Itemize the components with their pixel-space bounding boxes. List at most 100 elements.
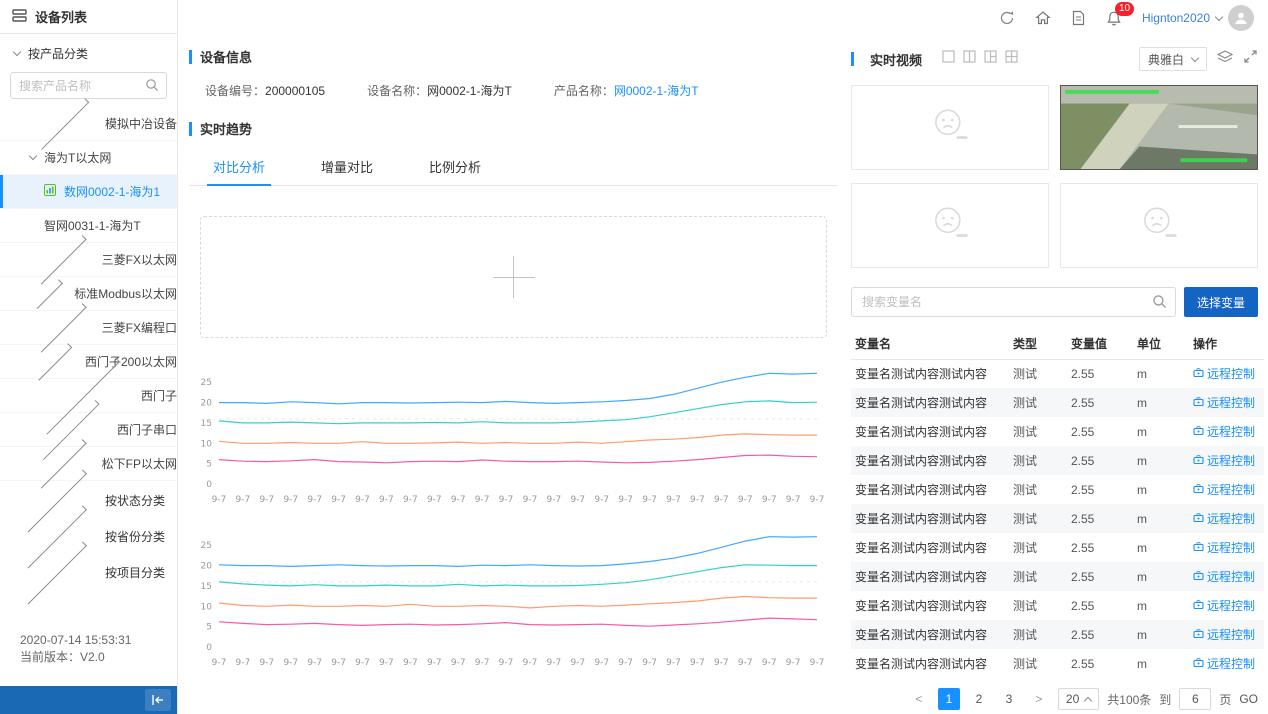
layout-three-icon[interactable] bbox=[984, 50, 997, 68]
sidebar-section-by-product[interactable]: 按产品分类 bbox=[0, 34, 177, 70]
user-menu[interactable]: Hignton2020 bbox=[1142, 5, 1254, 31]
sidebar-section[interactable]: 按省份分类 bbox=[0, 517, 177, 553]
jump-page-input[interactable] bbox=[1179, 688, 1211, 710]
app: 设备列表 按产品分类 模拟中冶设备海为T以太网数网0002-1-海为1智网003… bbox=[0, 0, 1268, 714]
tree-item[interactable]: 标准Modbus以太网 bbox=[0, 277, 177, 311]
remote-control-link[interactable]: 远程控制 bbox=[1193, 568, 1255, 585]
cell-value: 2.55 bbox=[1067, 533, 1133, 562]
home-icon[interactable] bbox=[1035, 10, 1051, 26]
avatar[interactable] bbox=[1228, 5, 1254, 31]
page-number-button[interactable]: 3 bbox=[998, 688, 1020, 710]
select-variables-button[interactable]: 选择变量 bbox=[1184, 287, 1258, 317]
page-size-select[interactable]: 20 bbox=[1058, 688, 1099, 710]
section-accent-bar bbox=[189, 122, 192, 136]
prev-page-button[interactable]: < bbox=[908, 688, 930, 710]
remote-control-link[interactable]: 远程控制 bbox=[1193, 423, 1255, 440]
remote-control-link[interactable]: 远程控制 bbox=[1193, 510, 1255, 527]
svg-text:15: 15 bbox=[201, 582, 212, 592]
line-chart: 05101520259-79-79-79-79-79-79-79-79-79-7… bbox=[189, 360, 825, 510]
layout-two-icon[interactable] bbox=[963, 50, 976, 68]
field-value[interactable]: 网0002-1-海为T bbox=[614, 84, 699, 98]
cell-value: 2.55 bbox=[1067, 649, 1133, 678]
svg-text:9-7: 9-7 bbox=[523, 495, 538, 505]
search-icon[interactable] bbox=[1152, 294, 1167, 314]
video-frame[interactable] bbox=[1060, 85, 1258, 170]
cell-type: 测试 bbox=[1009, 388, 1067, 417]
collapse-sidebar-button[interactable] bbox=[145, 689, 171, 711]
remote-control-link[interactable]: 远程控制 bbox=[1193, 597, 1255, 614]
tab-inactive[interactable]: 增量对比 bbox=[309, 148, 385, 185]
layout-single-icon[interactable] bbox=[942, 50, 955, 68]
sidebar-section[interactable]: 按项目分类 bbox=[0, 553, 177, 589]
tree-item[interactable]: 模拟中冶设备 bbox=[0, 107, 177, 141]
page-number-button[interactable]: 2 bbox=[968, 688, 990, 710]
layout-four-icon[interactable] bbox=[1005, 50, 1018, 68]
remote-control-icon bbox=[1193, 483, 1204, 497]
variables-table-header: 变量名类型变量值单位操作 bbox=[851, 329, 1264, 359]
chart-series-series-2 bbox=[219, 401, 817, 424]
svg-text:9-7: 9-7 bbox=[475, 658, 490, 668]
video-placeholder[interactable] bbox=[1060, 183, 1258, 268]
no-video-icon bbox=[930, 205, 970, 246]
table-row: 变量名测试内容测试内容测试2.55m远程控制 bbox=[851, 649, 1264, 678]
remote-control-link[interactable]: 远程控制 bbox=[1193, 481, 1255, 498]
cell-type: 测试 bbox=[1009, 446, 1067, 475]
chevron-down-icon bbox=[1215, 12, 1223, 20]
search-icon[interactable] bbox=[145, 78, 159, 97]
tree-item[interactable]: 三菱FX编程口 bbox=[0, 311, 177, 345]
video-placeholder[interactable] bbox=[851, 85, 1049, 170]
svg-text:9-7: 9-7 bbox=[379, 658, 394, 668]
remote-control-link[interactable]: 远程控制 bbox=[1193, 394, 1255, 411]
next-page-button[interactable]: > bbox=[1028, 688, 1050, 710]
variable-search-input[interactable] bbox=[851, 287, 1176, 317]
variables-table: 变量名类型变量值单位操作 变量名测试内容测试内容测试2.55m远程控制变量名测试… bbox=[851, 329, 1264, 678]
trend-tabs: 对比分析增量对比比例分析 bbox=[189, 148, 837, 186]
product-search-input[interactable] bbox=[10, 72, 167, 99]
theme-select[interactable]: 典雅白 bbox=[1139, 47, 1207, 71]
chart-drop-zone[interactable] bbox=[200, 216, 827, 338]
cell-unit: m bbox=[1133, 504, 1189, 533]
remote-control-link[interactable]: 远程控制 bbox=[1193, 626, 1255, 643]
remote-control-icon bbox=[1193, 628, 1204, 642]
chart-series-series-1 bbox=[219, 373, 817, 404]
tree-item[interactable]: 智网0031-1-海为T bbox=[0, 209, 177, 243]
layers-icon[interactable] bbox=[1217, 50, 1233, 69]
cell-value: 2.55 bbox=[1067, 504, 1133, 533]
tab-inactive[interactable]: 比例分析 bbox=[417, 148, 493, 185]
version-label: 当前版本：V2.0 bbox=[20, 649, 177, 666]
tree-item[interactable]: 松下FP以太网 bbox=[0, 447, 177, 481]
tab-active[interactable]: 对比分析 bbox=[201, 148, 277, 185]
tree-item[interactable]: 数网0002-1-海为1 bbox=[0, 175, 177, 209]
remote-control-link[interactable]: 远程控制 bbox=[1193, 655, 1255, 672]
sidebar-section[interactable]: 按状态分类 bbox=[0, 481, 177, 517]
page-number-button[interactable]: 1 bbox=[938, 688, 960, 710]
cell-variable-name: 变量名测试内容测试内容 bbox=[851, 388, 1009, 417]
svg-text:9-7: 9-7 bbox=[475, 495, 490, 505]
cell-value: 2.55 bbox=[1067, 562, 1133, 591]
trend-charts: 05101520259-79-79-79-79-79-79-79-79-79-7… bbox=[189, 360, 837, 678]
svg-text:20: 20 bbox=[201, 399, 213, 409]
tree-item[interactable]: 三菱FX以太网 bbox=[0, 243, 177, 277]
svg-text:10: 10 bbox=[201, 602, 213, 612]
tree-item[interactable]: 海为T以太网 bbox=[0, 141, 177, 175]
svg-text:15: 15 bbox=[201, 419, 212, 429]
remote-control-link[interactable]: 远程控制 bbox=[1193, 452, 1255, 469]
tree-item[interactable]: 西门子200以太网 bbox=[0, 345, 177, 379]
section-label: 按产品分类 bbox=[28, 45, 88, 62]
fullscreen-icon[interactable] bbox=[1243, 49, 1258, 69]
remote-control-link[interactable]: 远程控制 bbox=[1193, 365, 1255, 382]
video-placeholder[interactable] bbox=[851, 183, 1049, 268]
document-icon[interactable] bbox=[1071, 10, 1086, 26]
cell-unit: m bbox=[1133, 446, 1189, 475]
svg-text:9-7: 9-7 bbox=[618, 658, 633, 668]
tree-item-label: 标准Modbus以太网 bbox=[74, 285, 177, 302]
svg-text:9-7: 9-7 bbox=[786, 495, 801, 505]
tree-item[interactable]: 西门子串口 bbox=[0, 413, 177, 447]
go-button[interactable]: GO bbox=[1239, 692, 1258, 706]
svg-text:9-7: 9-7 bbox=[451, 495, 466, 505]
cell-value: 2.55 bbox=[1067, 417, 1133, 446]
refresh-icon[interactable] bbox=[999, 10, 1015, 26]
svg-text:9-7: 9-7 bbox=[403, 495, 418, 505]
notifications-bell-icon[interactable]: 10 bbox=[1106, 10, 1122, 27]
remote-control-link[interactable]: 远程控制 bbox=[1193, 539, 1255, 556]
